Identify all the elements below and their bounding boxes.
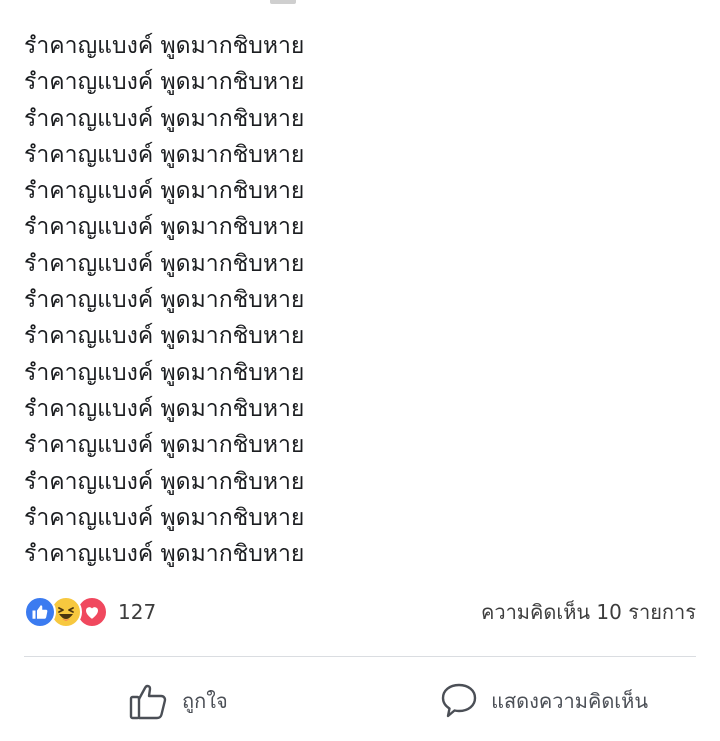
post-line: รำคาญแบงค์ พูดมากชิบหาย (24, 287, 305, 314)
post-line: รำคาญแบงค์ พูดมากชิบหาย (24, 323, 305, 350)
post-line: รำคาญแบงค์ พูดมากชิบหาย (24, 33, 305, 59)
post-actions: ถูกใจ แสดงความคิดเห็น (24, 670, 696, 732)
post-line: รำคาญแบงค์ พูดมากชิบหาย (24, 541, 305, 568)
post-line: รำคาญแบงค์ พูดมากชิบหาย (24, 178, 305, 205)
post-line: รำคาญแบงค์ พูดมากชิบหาย (24, 395, 305, 422)
comment-button[interactable]: แสดงความคิดเห็น (388, 670, 696, 732)
post-line: รำคาญแบงค์ พูดมากชิบหาย (24, 214, 305, 241)
post-text: รำคาญแบงค์ พูดมากชิบหาย รำคาญแบงค์ พูดมา… (24, 28, 696, 572)
post-line: รำคาญแบงค์ พูดมากชิบหาย (24, 105, 305, 132)
divider (24, 656, 696, 657)
like-button[interactable]: ถูกใจ (24, 670, 388, 732)
post-line: รำคาญแบงค์ พูดมากชิบหาย (24, 359, 305, 386)
reaction-count: 127 (118, 600, 157, 624)
thumbs-up-icon (128, 680, 170, 722)
post-line: รำคาญแบงค์ พูดมากชิบหาย (24, 432, 305, 459)
post-line: รำคาญแบงค์ พูดมากชิบหาย (24, 250, 305, 277)
post-stats: 127 ความคิดเห็น 10 รายการ (24, 590, 696, 634)
post-line: รำคาญแบงค์ พูดมากชิบหาย (24, 504, 305, 531)
post-line: รำคาญแบงค์ พูดมากชิบหาย (24, 141, 305, 168)
like-label: ถูกใจ (182, 689, 228, 713)
top-edge-handle (270, 0, 296, 4)
post-line: รำคาญแบงค์ พูดมากชิบหาย (24, 69, 305, 96)
post-line: รำคาญแบงค์ พูดมากชิบหาย (24, 468, 305, 495)
comment-bubble-icon (439, 681, 479, 721)
reaction-summary[interactable]: 127 (24, 596, 156, 628)
comment-label: แสดงความคิดเห็น (491, 689, 648, 713)
comment-count-link[interactable]: ความคิดเห็น 10 รายการ (481, 596, 696, 628)
like-reaction-icon (24, 596, 56, 628)
